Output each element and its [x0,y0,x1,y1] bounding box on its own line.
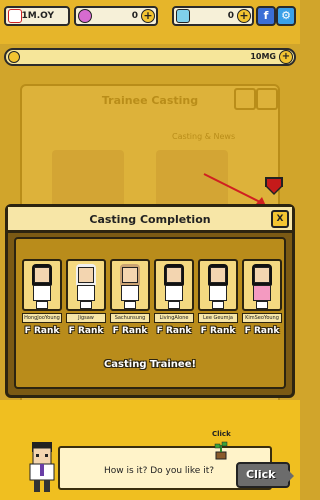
gem-value: 0 [131,11,138,21]
gem-counter: 0 + [74,6,158,26]
add-ticket-button[interactable]: + [237,9,251,23]
top-status-bar: 1M.OY 0 + 0 + f ⚙ [0,0,300,44]
trainee-name: HongJooYoung [22,313,62,323]
trainee-portrait [110,259,150,311]
ticket-icon [176,9,190,23]
click-button[interactable]: Click [236,462,294,488]
trainee-portrait [66,259,106,311]
info-button [234,88,256,110]
trainee-rank: F Rank [200,326,236,336]
gem-icon [78,9,92,23]
manager-character [29,442,55,492]
currency-value: 10MG [250,52,276,61]
arrow-right-icon [285,467,294,485]
trainee-card[interactable]: HongJooYoung F Rank [22,259,62,336]
trainee-portrait [242,259,282,311]
coin-icon [8,51,20,63]
trainee-card[interactable]: Lee Geumja F Rank [198,259,238,336]
trainee-name: KimSeoYoung [242,313,282,323]
modal-header: Casting Completion X [8,207,292,233]
trainee-rank: F Rank [68,326,104,336]
panel-close-button [256,88,278,110]
trainee-rank: F Rank [112,326,148,336]
casting-slot [52,150,124,210]
trainee-name: Lee Geumja [198,313,238,323]
trainee-card[interactable]: LivingAlone F Rank [154,259,194,336]
calendar-icon [8,9,22,23]
trainee-portrait [198,259,238,311]
trainee-card[interactable]: Jigsaw F Rank [66,259,106,336]
trainee-card[interactable]: Sachunsung F Rank [110,259,150,336]
trainee-card[interactable]: KimSeoYoung F Rank [242,259,282,336]
plant-click-label: Click [212,430,231,438]
trainee-rank: F Rank [24,326,60,336]
ticket-counter: 0 + [172,6,254,26]
result-text: Casting Trainee! [103,359,197,370]
trainee-rank: F Rank [244,326,280,336]
trainee-list: HongJooYoung F Rank Jigsaw F Rank Sachunsung… [14,237,286,389]
gear-icon: ⚙ [281,9,291,22]
plant-icon[interactable] [212,440,230,460]
calendar-counter: 1M.OY [4,6,70,26]
facebook-button[interactable]: f [256,6,276,26]
modal-close-button[interactable]: X [271,210,289,228]
currency-bar: 10MG + [4,48,296,66]
calendar-value: 1M.OY [21,11,54,21]
red-gem-icon [265,177,283,195]
dialog-text: How is it? Do you like it? [104,466,215,476]
ticket-value: 0 [227,11,234,21]
add-gem-button[interactable]: + [141,9,155,23]
trainee-rank: F Rank [156,326,192,336]
trainee-portrait [22,259,62,311]
add-currency-button[interactable]: + [279,50,293,64]
casting-completion-modal: Casting Completion X HongJooYoung F Rank J… [5,204,295,398]
click-button-label: Click [246,468,276,481]
modal-title: Casting Completion [89,213,211,226]
casting-news-label: Casting & News [172,132,236,141]
trainee-name: Jigsaw [66,313,106,323]
trainee-name: Sachunsung [110,313,150,323]
settings-button[interactable]: ⚙ [276,6,296,26]
trainee-portrait [154,259,194,311]
trainee-name: LivingAlone [154,313,194,323]
